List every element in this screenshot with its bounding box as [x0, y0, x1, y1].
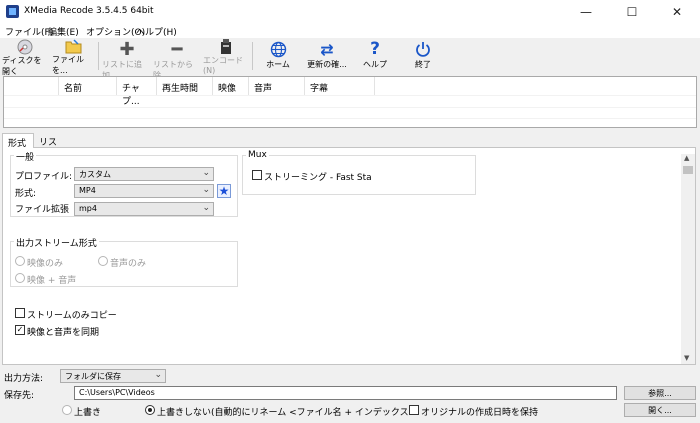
exit-label: 終了 — [415, 60, 431, 69]
profile-select[interactable]: カスタム ⌄ — [74, 167, 214, 181]
question-icon: ? — [370, 39, 380, 59]
video-audio-radio[interactable] — [15, 273, 25, 283]
globe-icon — [268, 39, 288, 59]
chevron-down-icon: ⌄ — [202, 203, 210, 213]
chevron-down-icon: ⌄ — [202, 168, 210, 178]
window-title: XMedia Recode 3.5.4.5 64bit — [24, 6, 154, 16]
column-header-blank[interactable] — [4, 77, 59, 95]
encode-label: エンコード(N) — [203, 56, 243, 75]
chevron-down-icon: ⌄ — [202, 185, 210, 195]
menu-file[interactable]: ファイル(F) — [5, 25, 53, 38]
streaming-checkbox[interactable] — [252, 170, 262, 180]
stream-copy-only-label: ストリームのみコピー — [27, 311, 117, 321]
video-audio-label: 映像 + 音声 — [27, 276, 77, 286]
row-divider — [4, 107, 696, 108]
menu-bar: ファイル(F) 編集(E) オプション(O) ヘルプ(H) — [0, 24, 700, 38]
power-icon — [413, 39, 433, 59]
row-divider — [4, 95, 696, 96]
remove-from-list-button[interactable]: ━ リストから除... — [153, 38, 201, 81]
keep-date-label: オリジナルの作成日時を保持 — [421, 408, 539, 418]
menu-help[interactable]: ヘルプ(H) — [136, 25, 177, 38]
destination-path-input[interactable]: C:\Users\PC\Videos — [74, 386, 617, 400]
sync-av-checkbox[interactable]: ✓ — [15, 325, 25, 335]
disc-icon — [15, 39, 35, 55]
file-extension-select[interactable]: mp4 ⌄ — [74, 202, 214, 216]
close-button[interactable]: ✕ — [654, 0, 700, 24]
minus-icon: ━ — [171, 38, 183, 60]
home-label: ホーム — [266, 60, 290, 69]
column-header-video[interactable]: 映像 — [213, 77, 249, 95]
sync-av-label: 映像と音声を同期 — [27, 328, 100, 338]
general-group-title: 一般 — [14, 150, 37, 163]
title-bar: XMedia Recode 3.5.4.5 64bit — ☐ ✕ — [0, 0, 700, 24]
profile-select-value: カスタム — [79, 170, 111, 179]
file-extension-label: ファイル拡張子: — [15, 205, 70, 214]
favorite-star-icon[interactable]: ★ — [217, 184, 231, 198]
column-header-subtitles[interactable]: 字幕 — [305, 77, 375, 95]
video-only-radio[interactable] — [15, 256, 25, 266]
file-list[interactable]: 名前 チャプ... 再生時間 映像 音声 字幕 — [3, 76, 697, 128]
audio-only-radio[interactable] — [98, 256, 108, 266]
column-header-chapters[interactable]: チャプ... — [117, 77, 157, 107]
vertical-scrollbar[interactable]: ▲ ▼ — [681, 154, 695, 364]
chevron-down-icon: ⌄ — [154, 370, 162, 380]
open-disc-label: ディスクを開く — [2, 56, 42, 76]
file-extension-select-value: mp4 — [79, 204, 97, 213]
browse-button[interactable]: 参照... — [624, 386, 696, 400]
format-label: 形式: — [15, 189, 37, 199]
open-file-button[interactable]: ファイルを... — [52, 38, 94, 75]
column-header-name[interactable]: 名前 — [59, 77, 117, 95]
format-select[interactable]: MP4 ⌄ — [74, 184, 214, 198]
app-icon — [6, 5, 19, 18]
scroll-up-icon[interactable]: ▲ — [684, 154, 689, 162]
refresh-icon: ⇄ — [320, 39, 334, 59]
tab-list[interactable]: リスト — [34, 133, 66, 161]
column-header-audio[interactable]: 音声 — [249, 77, 305, 95]
output-method-label: 出力方法: — [4, 374, 44, 384]
toolbar: ディスクを開く ファイルを... ✚ リストに追加... ━ リストから除...… — [0, 38, 700, 81]
check-updates-button[interactable]: ⇄ 更新の確... — [304, 38, 350, 74]
home-button[interactable]: ホーム — [258, 38, 298, 74]
exit-button[interactable]: 終了 — [405, 38, 441, 74]
folder-icon — [63, 39, 83, 54]
scroll-down-icon[interactable]: ▼ — [684, 354, 689, 362]
help-button[interactable]: ? ヘルプ — [358, 38, 392, 74]
audio-only-label: 音声のみ — [110, 259, 147, 269]
encode-icon — [216, 39, 236, 55]
minimize-button[interactable]: — — [563, 0, 609, 24]
menu-edit[interactable]: 編集(E) — [48, 25, 79, 38]
open-button[interactable]: 開く... — [624, 403, 696, 417]
output-stream-group-title: 出力ストリーム形式 — [14, 236, 99, 249]
keep-date-checkbox[interactable] — [409, 405, 419, 415]
format-select-value: MP4 — [79, 186, 96, 195]
open-disc-button[interactable]: ディスクを開く — [2, 38, 48, 76]
profile-label: プロファイル: — [15, 172, 73, 182]
add-to-list-button[interactable]: ✚ リストに追加... — [102, 38, 152, 81]
output-method-select-value: フォルダに保存 — [65, 372, 121, 381]
destination-label: 保存先: — [4, 391, 35, 401]
help-label: ヘルプ — [363, 60, 387, 69]
encode-button[interactable]: エンコード(N) — [203, 38, 249, 75]
check-updates-label: 更新の確... — [307, 60, 347, 69]
streaming-label: ストリーミング - Fast Sta — [264, 173, 372, 183]
open-file-label: ファイルを... — [52, 55, 84, 75]
output-method-select[interactable]: フォルダに保存 ⌄ — [60, 369, 166, 383]
plus-icon: ✚ — [119, 38, 135, 60]
no-overwrite-radio[interactable] — [145, 405, 155, 415]
overwrite-label: 上書き — [74, 408, 102, 418]
row-divider — [4, 118, 696, 119]
stream-copy-only-checkbox[interactable] — [15, 308, 25, 318]
column-header-duration[interactable]: 再生時間 — [157, 77, 213, 95]
scrollbar-thumb[interactable] — [683, 166, 693, 174]
tab-format[interactable]: 形式 — [2, 133, 34, 149]
video-only-label: 映像のみ — [27, 259, 64, 269]
mux-group-title: Mux — [246, 150, 269, 160]
toolbar-separator — [98, 42, 99, 70]
overwrite-radio[interactable] — [62, 405, 72, 415]
no-overwrite-label: 上書きしない(自動的にリネーム <ファイル名 + インデックス> — [157, 408, 417, 418]
maximize-button[interactable]: ☐ — [609, 0, 655, 24]
toolbar-separator — [252, 42, 253, 70]
